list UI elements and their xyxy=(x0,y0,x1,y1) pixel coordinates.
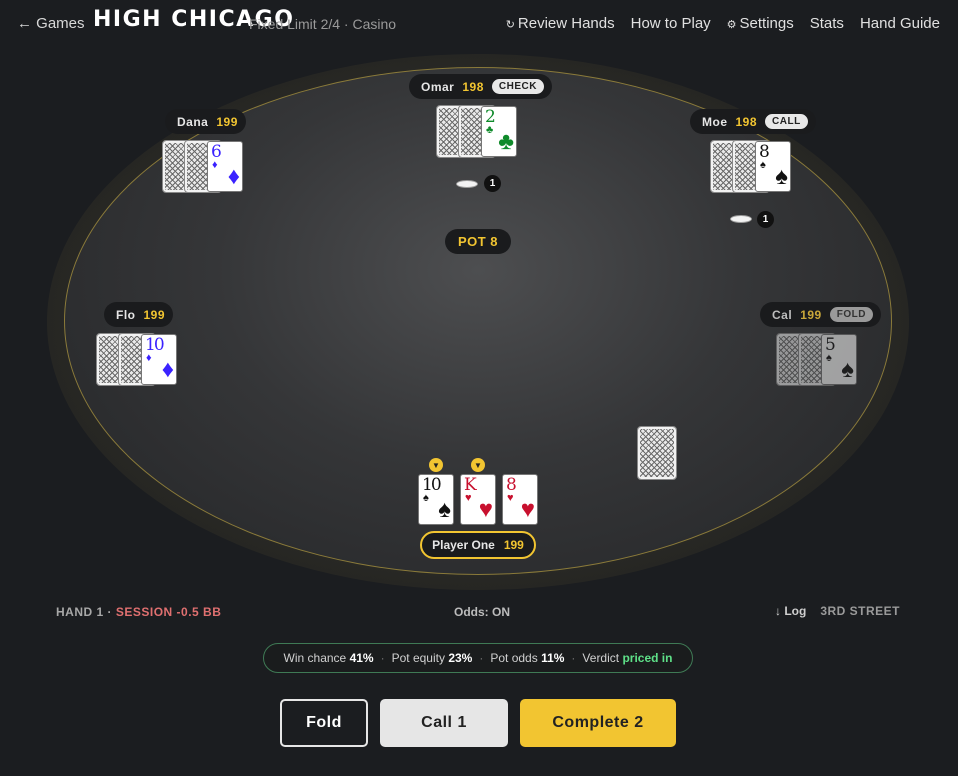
bet-amount-moe: 1 xyxy=(757,211,774,228)
player-name: Moe xyxy=(702,114,728,129)
log-toggle[interactable]: ↓ Log xyxy=(775,604,806,618)
odds-panel: Win chance 41% · Pot equity 23% · Pot od… xyxy=(263,643,693,673)
fold-button[interactable]: Fold xyxy=(280,699,368,747)
game-root: ← Games HIGH CHICAGO Fixed Limit 2/4 · C… xyxy=(0,0,958,776)
pot-equity-label: Pot equity xyxy=(391,651,445,665)
pot-display: POT 8 xyxy=(445,229,511,254)
refresh-icon: ↻ xyxy=(505,19,515,31)
heart-icon: ♥ xyxy=(507,492,514,504)
seat-tag-omar: Omar 198 CHECK xyxy=(409,74,552,99)
back-to-games-link[interactable]: ← Games xyxy=(17,15,85,32)
nav-links: ↻ Review Hands How to Play ⚙ Settings Stat… xyxy=(506,15,940,32)
settings-label: Settings xyxy=(739,15,794,32)
pot-odds-label: Pot odds xyxy=(490,651,538,665)
club-icon: ♣ xyxy=(486,124,494,136)
log-label: Log xyxy=(784,604,807,618)
player-stack: 198 xyxy=(735,114,758,129)
hand-guide-link[interactable]: Hand Guide xyxy=(860,15,940,32)
review-hands-label: Review Hands xyxy=(517,15,615,32)
session-result: SESSION -0.5 BB xyxy=(115,605,222,619)
player-name: Omar xyxy=(421,79,455,94)
spade-icon: ♠ xyxy=(826,352,832,364)
complete-button[interactable]: Complete 2 xyxy=(520,699,676,747)
win-chance-value: 41% xyxy=(349,651,374,665)
hero-stack: 199 xyxy=(503,538,524,552)
bet-amount-omar: 1 xyxy=(484,175,501,192)
stats-link[interactable]: Stats xyxy=(810,15,844,32)
chip-icon xyxy=(456,180,478,188)
verdict: Verdict priced in xyxy=(582,651,672,665)
heart-icon: ♥ xyxy=(465,492,472,504)
hero-card-1[interactable]: 10 ♠ ♠ xyxy=(418,474,454,525)
spade-icon: ♠ xyxy=(438,496,451,523)
spade-icon: ♠ xyxy=(760,159,766,171)
hand-number: HAND 1 · xyxy=(56,605,116,619)
hand-session-status: HAND 1 · SESSION -0.5 BB xyxy=(56,605,221,619)
separator: · xyxy=(479,651,484,665)
upcard-cal: 5 ♠ ♠ xyxy=(821,334,857,385)
seat-tag-cal: Cal 199 FOLD xyxy=(760,302,881,327)
heart-icon: ♥ xyxy=(478,496,493,523)
diamond-icon: ♦ xyxy=(212,159,218,171)
diamond-icon: ♦ xyxy=(227,163,240,190)
pot-equity: Pot equity 23% xyxy=(392,651,473,665)
player-stack: 199 xyxy=(143,307,166,322)
spade-icon: ♠ xyxy=(423,492,429,504)
diamond-icon: ♦ xyxy=(146,352,152,364)
upcard-omar: 2 ♣ ♣ xyxy=(481,106,517,157)
arrow-down-icon: ↓ xyxy=(774,604,781,618)
hero-name: Player One xyxy=(432,538,495,552)
player-name: Cal xyxy=(772,307,793,322)
player-name: Flo xyxy=(116,307,136,322)
pot-odds: Pot odds 11% xyxy=(490,651,564,665)
chip-icon xyxy=(730,215,752,223)
action-badge: FOLD xyxy=(829,307,873,322)
pot-equity-value: 23% xyxy=(448,651,473,665)
separator: · xyxy=(571,651,576,665)
gear-icon: ⚙ xyxy=(726,19,737,31)
hole-card-marker-icon: ▼ xyxy=(471,458,485,472)
verdict-value: priced in xyxy=(622,651,673,665)
upcard-flo: 10 ♦ ♦ xyxy=(141,334,177,385)
seat-tag-moe: Moe 198 CALL xyxy=(690,109,816,134)
upcard-moe: 8 ♠ ♠ xyxy=(755,141,791,192)
hero-seat-tag: Player One 199 xyxy=(420,531,536,559)
diamond-icon: ♦ xyxy=(161,356,174,383)
seat-tag-dana: Dana 199 xyxy=(165,109,246,134)
deck xyxy=(637,426,677,480)
review-hands-link[interactable]: ↻ Review Hands xyxy=(506,15,615,32)
street-indicator: 3RD STREET xyxy=(820,604,900,618)
pot-odds-value: 11% xyxy=(541,651,565,665)
call-button[interactable]: Call 1 xyxy=(380,699,508,747)
verdict-label: Verdict xyxy=(582,651,620,665)
win-chance-label: Win chance xyxy=(283,651,347,665)
action-badge: CHECK xyxy=(491,79,544,94)
hole-card-marker-icon: ▼ xyxy=(429,458,443,472)
upcard-dana: 6 ♦ ♦ xyxy=(207,141,243,192)
win-chance: Win chance 41% xyxy=(284,651,374,665)
game-subtitle: Fixed Limit 2/4 · Casino xyxy=(249,16,397,32)
player-name: Dana xyxy=(177,114,209,129)
player-stack: 199 xyxy=(800,307,822,322)
player-stack: 199 xyxy=(216,114,238,129)
heart-icon: ♥ xyxy=(520,496,535,523)
hero-card-2[interactable]: K ♥ ♥ xyxy=(460,474,496,525)
separator: · xyxy=(380,651,385,665)
spade-icon: ♠ xyxy=(841,356,854,383)
how-to-play-link[interactable]: How to Play xyxy=(631,15,711,32)
club-icon: ♣ xyxy=(498,128,514,155)
player-stack: 198 xyxy=(462,79,484,94)
settings-link[interactable]: ⚙ Settings xyxy=(727,15,794,32)
seat-tag-flo: Flo 199 xyxy=(104,302,174,327)
status-right: ↓ Log 3RD STREET xyxy=(775,604,900,618)
hero-card-3[interactable]: 8 ♥ ♥ xyxy=(502,474,538,525)
top-nav: ← Games HIGH CHICAGO Fixed Limit 2/4 · C… xyxy=(0,0,958,46)
spade-icon: ♠ xyxy=(775,163,788,190)
odds-toggle[interactable]: Odds: ON xyxy=(454,605,510,619)
action-badge: CALL xyxy=(765,114,808,129)
